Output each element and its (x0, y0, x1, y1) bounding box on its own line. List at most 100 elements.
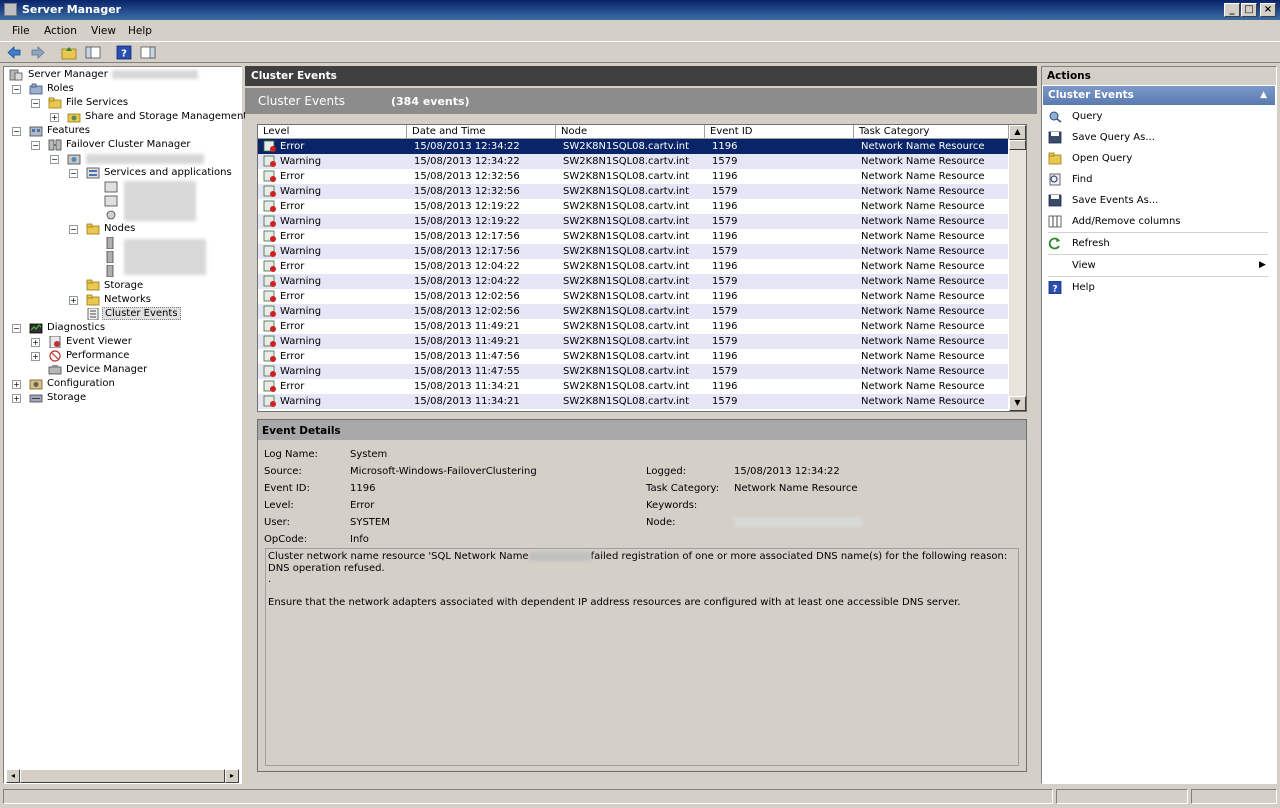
table-row[interactable]: Warning 15/08/2013 12:32:56 SW2K8N1SQL08.c… (258, 184, 1008, 199)
table-row[interactable]: Warning 15/08/2013 12:19:22 SW2K8N1SQL08.c… (258, 214, 1008, 229)
collapse-features-toggle[interactable]: − (12, 127, 21, 136)
log-name-value: System (350, 449, 388, 460)
action-query[interactable]: Query (1072, 111, 1102, 122)
show-action-pane-icon[interactable] (140, 45, 156, 60)
table-row[interactable]: Warning 15/08/2013 11:47:55 SW2K8N1SQL08.c… (258, 364, 1008, 379)
action-save-query-as[interactable]: Save Query As... (1072, 132, 1155, 143)
table-row[interactable]: Error 15/08/2013 12:34:22 SW2K8N1SQL08.car… (258, 139, 1008, 154)
table-row[interactable]: Error 15/08/2013 12:02:56 SW2K8N1SQL08.car… (258, 289, 1008, 304)
scroll-thumb[interactable] (20, 769, 225, 783)
expand-networks-toggle[interactable]: + (69, 296, 78, 305)
expand-share-storage-toggle[interactable]: + (50, 113, 59, 122)
menu-view[interactable]: View (91, 25, 116, 37)
cell-node: SW2K8N1SQL08.cartv.int (563, 291, 690, 302)
expand-performance-toggle[interactable]: + (31, 352, 40, 361)
action-open-query[interactable]: Open Query (1072, 153, 1132, 164)
scroll-left-button[interactable]: ◂ (6, 769, 20, 783)
tree-item-diagnostics[interactable]: Diagnostics (47, 322, 105, 333)
tree-item-share-storage[interactable]: Share and Storage Management (85, 111, 247, 122)
cell-node: SW2K8N1SQL08.cartv.int (563, 201, 690, 212)
actions-group-cluster-events[interactable]: Cluster Events ▲ (1043, 86, 1275, 105)
table-row[interactable]: Warning 15/08/2013 11:49:21 SW2K8N1SQL08.c… (258, 334, 1008, 349)
column-header-level[interactable]: Level (258, 125, 407, 139)
tree-item-cluster-events[interactable]: Cluster Events (102, 307, 181, 320)
tree-item-roles[interactable]: Roles (47, 83, 74, 94)
scroll-up-button[interactable]: ▲ (1009, 125, 1026, 140)
menu-action[interactable]: Action (44, 25, 77, 37)
collapse-roles-toggle[interactable]: − (12, 85, 21, 94)
table-row[interactable]: Warning 15/08/2013 12:34:22 SW2K8N1SQL08.c… (258, 154, 1008, 169)
tree-item-device-manager[interactable]: Device Manager (66, 364, 147, 375)
column-header-date[interactable]: Date and Time (407, 125, 556, 139)
file-services-icon (48, 97, 62, 109)
expand-configuration-toggle[interactable]: + (12, 380, 21, 389)
redacted-cluster-name (86, 154, 204, 164)
tree-item-nodes[interactable]: Nodes (104, 223, 135, 234)
action-refresh[interactable]: Refresh (1072, 238, 1110, 249)
pane-header-title: Cluster Events (251, 70, 337, 82)
tree-item-performance[interactable]: Performance (66, 350, 129, 361)
collapse-nodes-toggle[interactable]: − (69, 225, 78, 234)
expand-event-viewer-toggle[interactable]: + (31, 338, 40, 347)
tree-item-cluster-storage[interactable]: Storage (104, 280, 143, 291)
tree-item-file-services[interactable]: File Services (66, 97, 128, 108)
events-vertical-scrollbar[interactable]: ▲ ▼ (1009, 125, 1026, 411)
table-row[interactable]: Error 15/08/2013 12:17:56 SW2K8N1SQL08.car… (258, 229, 1008, 244)
action-help[interactable]: Help (1072, 282, 1095, 293)
column-header-node[interactable]: Node (556, 125, 705, 139)
cell-level: Warning (280, 216, 322, 227)
toolbar: ? (0, 41, 1280, 63)
tree-item-features[interactable]: Features (47, 125, 90, 136)
minimize-button[interactable]: _ (1224, 3, 1240, 17)
up-folder-icon[interactable] (61, 45, 77, 60)
menu-help[interactable]: Help (128, 25, 152, 37)
table-row[interactable]: Error 15/08/2013 12:04:22 SW2K8N1SQL08.car… (258, 259, 1008, 274)
collapse-file-services-toggle[interactable]: − (31, 99, 40, 108)
scroll-down-button[interactable]: ▼ (1009, 396, 1026, 411)
tree-item-server-manager[interactable]: Server Manager (28, 69, 108, 80)
tree-item-services-applications[interactable]: Services and applications (104, 167, 232, 178)
table-row[interactable]: Error 15/08/2013 11:49:21 SW2K8N1SQL08.car… (258, 319, 1008, 334)
tree-item-configuration[interactable]: Configuration (47, 378, 115, 389)
table-row[interactable]: Warning 15/08/2013 11:34:21 SW2K8N1SQL08.c… (258, 394, 1008, 409)
action-find[interactable]: Find (1072, 174, 1093, 185)
table-row[interactable]: Error 15/08/2013 12:19:22 SW2K8N1SQL08.car… (258, 199, 1008, 214)
service-item-icon (104, 195, 118, 207)
table-row[interactable]: Warning 15/08/2013 12:02:56 SW2K8N1SQL08.c… (258, 304, 1008, 319)
tree-item-event-viewer[interactable]: Event Viewer (66, 336, 132, 347)
maximize-button[interactable]: □ (1241, 3, 1257, 17)
help-icon[interactable]: ? (116, 45, 132, 60)
table-row[interactable]: Error 15/08/2013 11:47:56 SW2K8N1SQL08.car… (258, 349, 1008, 364)
tree-item-failover-cluster-manager[interactable]: Failover Cluster Manager (66, 139, 191, 150)
action-save-events-as[interactable]: Save Events As... (1072, 195, 1158, 206)
tree-item-storage[interactable]: Storage (47, 392, 86, 403)
tree-item-networks[interactable]: Networks (104, 294, 151, 305)
window-title: Server Manager (22, 3, 122, 16)
action-view[interactable]: View (1072, 260, 1096, 271)
column-header-task-category[interactable]: Task Category (854, 125, 1009, 139)
collapse-failover-toggle[interactable]: − (31, 141, 40, 150)
collapse-chevron-icon[interactable]: ▲ (1260, 86, 1267, 105)
back-arrow-icon[interactable] (6, 45, 22, 60)
forward-arrow-icon[interactable] (30, 45, 46, 60)
menu-file[interactable]: File (12, 25, 30, 37)
table-row[interactable]: Warning 15/08/2013 12:04:22 SW2K8N1SQL08.c… (258, 274, 1008, 289)
close-button[interactable]: × (1260, 3, 1276, 17)
show-hide-tree-icon[interactable] (85, 45, 101, 60)
table-row[interactable]: Error 15/08/2013 12:32:56 SW2K8N1SQL08.car… (258, 169, 1008, 184)
source-label: Source: (264, 466, 302, 477)
scroll-thumb[interactable] (1009, 140, 1026, 150)
svg-text:?: ? (1052, 285, 1057, 295)
table-row[interactable]: Warning 15/08/2013 12:17:56 SW2K8N1SQL08.c… (258, 244, 1008, 259)
collapse-diagnostics-toggle[interactable]: − (12, 324, 21, 333)
action-add-remove-columns[interactable]: Add/Remove columns (1072, 216, 1181, 227)
event-description[interactable]: Cluster network name resource 'SQL Netwo… (265, 548, 1019, 766)
scroll-right-button[interactable]: ▸ (225, 769, 239, 783)
collapse-services-toggle[interactable]: − (69, 169, 78, 178)
column-header-event-id[interactable]: Event ID (705, 125, 854, 139)
expand-storage-toggle[interactable]: + (12, 394, 21, 403)
cell-event-id: 1579 (712, 306, 738, 317)
tree-horizontal-scrollbar[interactable]: ◂ ▸ (6, 769, 239, 783)
collapse-cluster-toggle[interactable]: − (50, 155, 59, 164)
table-row[interactable]: Error 15/08/2013 11:34:21 SW2K8N1SQL08.car… (258, 379, 1008, 394)
